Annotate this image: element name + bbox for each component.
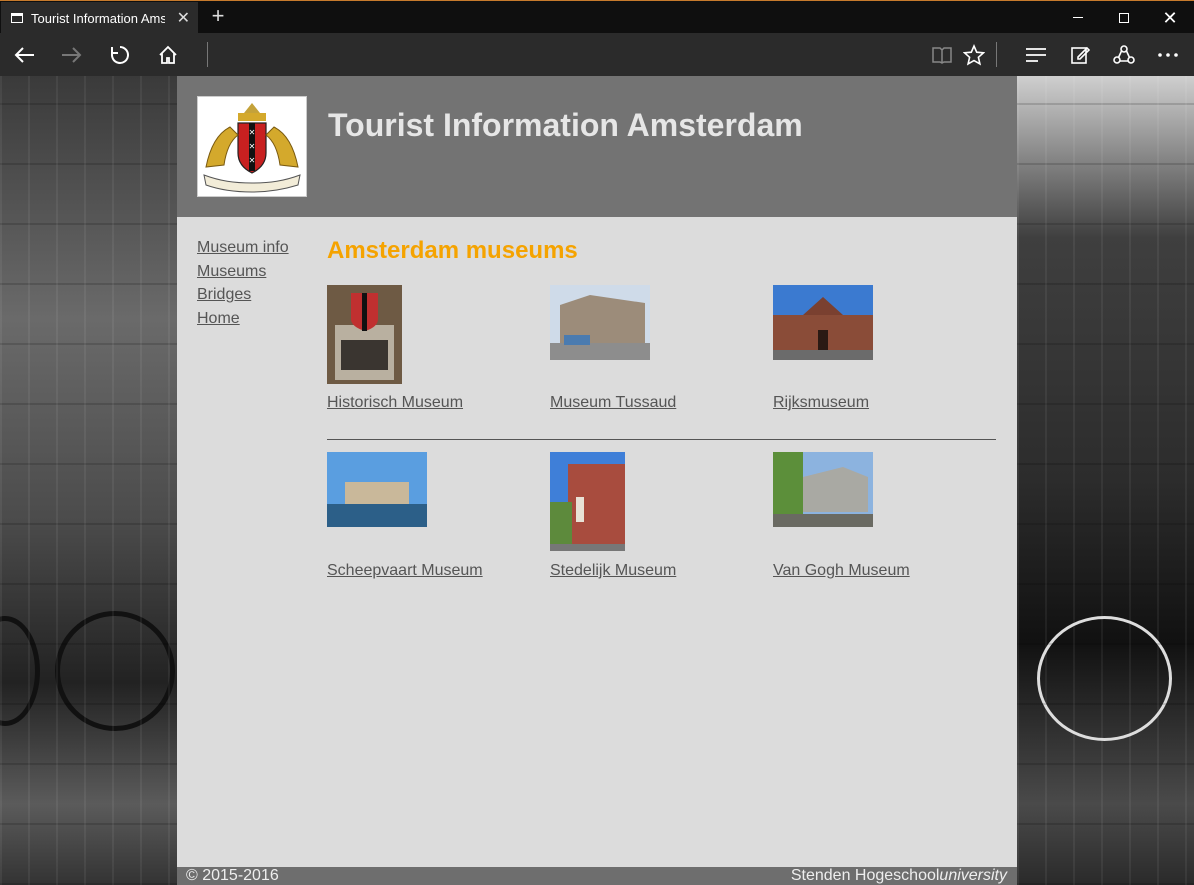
home-icon	[159, 45, 177, 64]
nav-link-home[interactable]: Home	[197, 307, 289, 331]
historisch-museum-photo[interactable]	[327, 285, 402, 384]
museum-link-stedelijk[interactable]: Stedelijk Museum	[550, 562, 676, 580]
background-photo-right	[1017, 76, 1194, 885]
close-tab-icon[interactable]: ✕	[177, 8, 190, 28]
credit-main: Stenden Hogeschool	[790, 867, 940, 884]
back-button[interactable]	[2, 33, 46, 76]
section-divider	[327, 439, 996, 440]
back-arrow-icon	[14, 46, 34, 63]
home-button[interactable]	[146, 33, 190, 76]
rijksmuseum-photo[interactable]	[773, 285, 873, 360]
minimize-icon	[1073, 17, 1083, 18]
nav-link-museum-info[interactable]: Museum info	[197, 236, 289, 260]
close-icon: ✕	[1162, 7, 1178, 28]
minimize-button[interactable]	[1055, 1, 1101, 34]
tab-page-icon	[11, 13, 23, 23]
museum-link-scheepvaart[interactable]: Scheepvaart Museum	[327, 562, 483, 580]
refresh-icon	[111, 45, 129, 64]
new-tab-button[interactable]: +	[206, 3, 230, 29]
forward-button[interactable]	[50, 33, 94, 76]
favorite-button[interactable]	[952, 33, 996, 76]
background-photo-left	[0, 76, 177, 885]
svg-text:✕: ✕	[249, 142, 256, 151]
share-button[interactable]	[1102, 33, 1146, 76]
museum-link-historisch[interactable]: Historisch Museum	[327, 394, 463, 412]
amsterdam-coat-of-arms-icon: ✕ ✕ ✕	[203, 103, 301, 193]
close-window-button[interactable]: ✕	[1147, 1, 1193, 34]
toolbar-separator	[996, 42, 997, 67]
nav-link-museums[interactable]: Museums	[197, 260, 289, 284]
hub-icon	[1026, 47, 1046, 62]
title-bar: Tourist Information Amst ✕ + ✕	[0, 0, 1194, 34]
refresh-button[interactable]	[98, 33, 142, 76]
museum-link-tussaud[interactable]: Museum Tussaud	[550, 394, 676, 412]
tab-title: Tourist Information Amst	[31, 10, 165, 26]
stedelijk-museum-photo-image	[550, 452, 625, 551]
historisch-museum-photo-image	[327, 285, 402, 384]
browser-toolbar	[0, 33, 1194, 76]
page-viewport[interactable]: ✕ ✕ ✕ Tourist Information Amsterdam Muse…	[0, 76, 1194, 885]
site-footer: © 2015-2016 Stenden Hogeschooluniversity	[177, 867, 1017, 885]
web-note-button[interactable]	[1058, 33, 1102, 76]
share-icon	[1113, 44, 1135, 64]
van-gogh-museum-photo[interactable]	[773, 452, 873, 527]
maximize-icon	[1119, 12, 1129, 23]
toolbar-separator	[207, 42, 208, 67]
page-container: ✕ ✕ ✕ Tourist Information Amsterdam Muse…	[177, 76, 1017, 885]
scheepvaart-museum-photo[interactable]	[327, 452, 427, 527]
museum-link-van-gogh[interactable]: Van Gogh Museum	[773, 562, 910, 580]
bicycle-wheel	[55, 611, 175, 731]
copyright-text: © 2015-2016	[186, 867, 279, 884]
side-navigation: Museum info Museums Bridges Home	[197, 236, 289, 330]
browser-tab[interactable]: Tourist Information Amst ✕	[1, 2, 198, 34]
site-header: ✕ ✕ ✕ Tourist Information Amsterdam	[177, 76, 1017, 217]
van-gogh-museum-photo-image	[773, 452, 873, 527]
more-icon	[1158, 52, 1178, 57]
bicycle-wheel	[1037, 616, 1172, 741]
museum-tussaud-photo-image	[550, 285, 650, 360]
forward-arrow-icon	[62, 46, 82, 63]
scheepvaart-museum-photo-image	[327, 452, 427, 527]
credit-italic: university	[939, 867, 1007, 884]
hub-button[interactable]	[1014, 33, 1058, 76]
reading-view-icon	[932, 46, 952, 64]
maximize-button[interactable]	[1101, 1, 1147, 34]
svg-text:✕: ✕	[249, 156, 256, 165]
stedelijk-museum-photo[interactable]	[550, 452, 625, 551]
rijksmuseum-photo-image	[773, 285, 873, 360]
nav-link-bridges[interactable]: Bridges	[197, 283, 289, 307]
more-button[interactable]	[1146, 33, 1190, 76]
credit-text: Stenden Hogeschooluniversity	[791, 866, 1007, 885]
page-title: Amsterdam museums	[327, 237, 578, 264]
museum-link-rijksmuseum[interactable]: Rijksmuseum	[773, 394, 869, 412]
site-title: Tourist Information Amsterdam	[328, 107, 803, 143]
star-icon	[963, 43, 985, 66]
web-note-icon	[1071, 46, 1090, 64]
svg-text:✕: ✕	[249, 128, 256, 137]
museum-tussaud-photo[interactable]	[550, 285, 650, 360]
bicycle-wheel	[0, 616, 40, 726]
coat-of-arms-logo: ✕ ✕ ✕	[197, 96, 307, 197]
